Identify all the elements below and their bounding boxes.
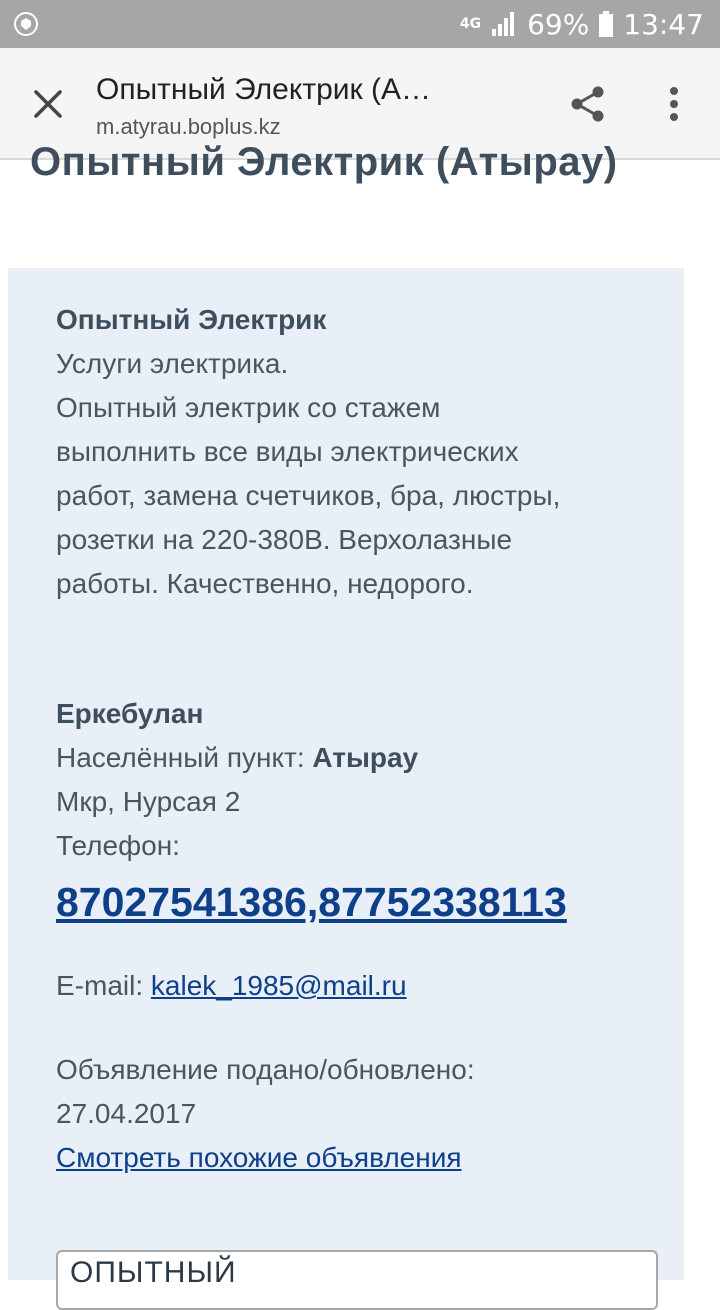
battery-percent: 69%: [527, 7, 590, 41]
ad-body-line: Опытный электрик со стажем: [56, 392, 441, 423]
phone-label: Телефон:: [56, 830, 180, 861]
share-button[interactable]: [564, 80, 612, 128]
status-right: 4G 69% 13:47: [460, 0, 704, 48]
more-options-button[interactable]: [650, 80, 698, 128]
ad-card: Опытный Электрик Услуги электрика. Опытн…: [8, 268, 684, 1280]
browser-page-title: Опытный Электрик (А…: [96, 73, 431, 106]
ad-body-line: выполнить все виды электрических: [56, 436, 519, 467]
more-vert-icon: [670, 87, 678, 121]
ad-body-line: розетки на 220-380В. Верхолазные: [56, 524, 513, 555]
email-label: E-mail:: [56, 970, 144, 1001]
ad-title: Опытный Электрик: [56, 304, 327, 335]
battery-icon: [599, 11, 614, 37]
locality-row: Населённый пункт: Атырау: [56, 736, 684, 780]
shield-icon: [14, 12, 38, 36]
signal-icon: [492, 12, 515, 36]
page-heading: Опытный Электрик (Атырау): [30, 140, 618, 184]
ad-body-line: работ, замена счетчиков, бра, люстры,: [56, 480, 561, 511]
network-type: 4G: [459, 16, 482, 32]
posted-label: Объявление подано/обновлено:: [56, 1054, 475, 1085]
locality-value: Атырау: [312, 742, 419, 773]
similar-ads-link[interactable]: Смотреть похожие объявления: [56, 1142, 462, 1173]
locality-label: Населённый пункт:: [56, 742, 305, 773]
phone-link[interactable]: 87027541386,87752338113: [56, 872, 567, 932]
ad-body-line: работы. Качественно, недорого.: [56, 568, 474, 599]
clock: 13:47: [623, 7, 704, 41]
ad-body-line: Услуги электрика.: [56, 348, 289, 379]
tab-info[interactable]: Опытный Электрик (А… m.atyrau.boplus.kz: [96, 72, 536, 140]
search-input[interactable]: опытный: [56, 1250, 658, 1310]
address: Мкр, Нурсая 2: [56, 786, 241, 817]
status-bar: 4G 69% 13:47: [0, 0, 720, 48]
posted-date: 27.04.2017: [56, 1098, 197, 1129]
search-input-value: опытный: [70, 1256, 237, 1289]
browser-url: m.atyrau.boplus.kz: [96, 114, 281, 139]
share-icon: [571, 86, 604, 122]
email-row: E-mail: kalek_1985@mail.ru: [56, 964, 684, 1008]
close-icon: [34, 90, 62, 118]
contact-name: Еркебулан: [56, 698, 204, 729]
close-button[interactable]: [24, 80, 72, 128]
email-link[interactable]: kalek_1985@mail.ru: [151, 970, 407, 1001]
